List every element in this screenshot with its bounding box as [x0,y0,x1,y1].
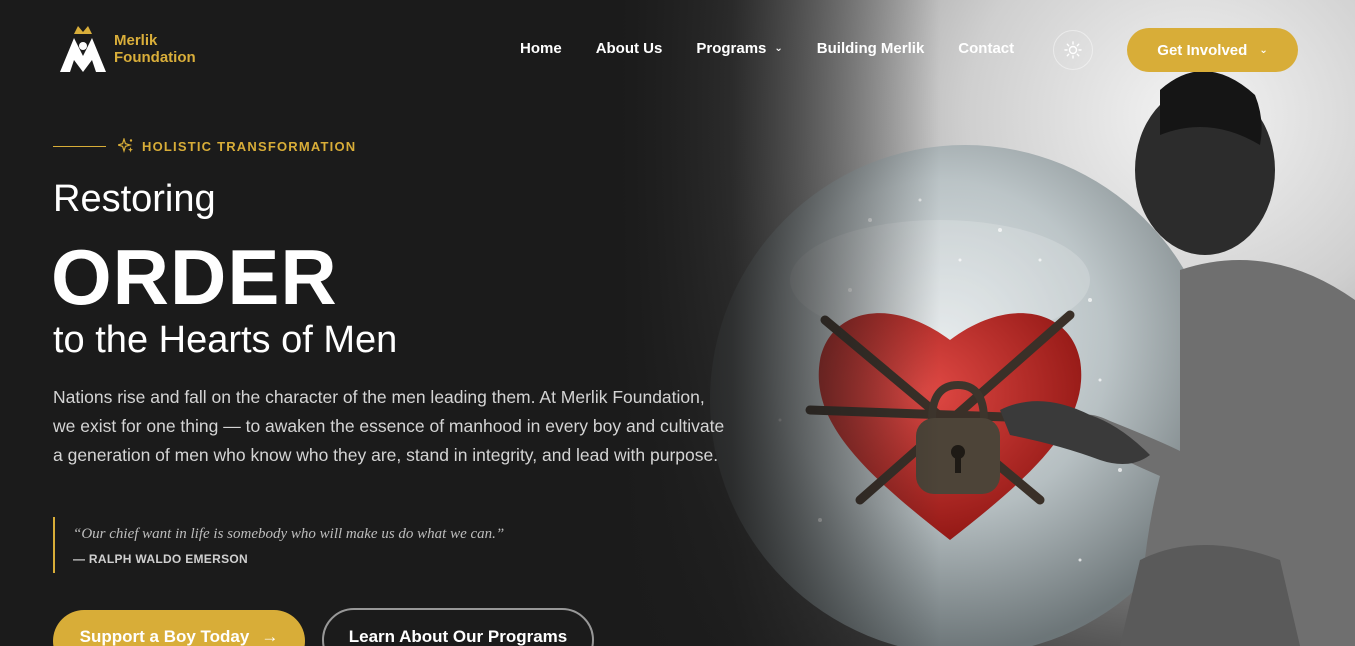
hero-eyebrow: HOLISTIC TRANSFORMATION [53,138,356,154]
learn-programs-button[interactable]: Learn About Our Programs [322,608,594,646]
nav-home[interactable]: Home [520,40,562,57]
hero-lead-paragraph: Nations rise and fall on the character o… [53,387,725,465]
eyebrow-text: HOLISTIC TRANSFORMATION [142,138,357,154]
support-a-boy-label: Support a Boy Today [79,627,250,646]
support-a-boy-button[interactable]: Support a Boy Today → [53,610,305,646]
logo[interactable]: Merlik Foundation [58,24,196,74]
quote-author: — RALPH WALDO EMERSON [73,552,248,566]
theme-toggle-button[interactable] [1053,30,1093,70]
hero-title-line2: ORDER [51,233,338,321]
brand-name-line2: Foundation [114,49,196,66]
sparkles-icon [118,138,133,154]
nav-about-us-label: About Us [595,40,663,57]
main-nav: Home About Us Programs ⌄ Building Merlik … [520,40,1048,57]
nav-programs-label: Programs [696,40,767,57]
brand-name-line1: Merlik [114,32,158,49]
hero-quote: “Our chief want in life is somebody who … [53,517,504,573]
chevron-down-icon: ⌄ [774,43,783,54]
nav-building-merlik[interactable]: Building Merlik [817,40,925,57]
hero-title-line3: to the Hearts of Men [53,319,398,361]
nav-contact-label: Contact [958,40,1015,57]
get-involved-button[interactable]: Get Involved ⌄ [1127,28,1298,72]
get-involved-label: Get Involved [1157,41,1248,59]
chevron-down-icon: ⌄ [1259,44,1268,56]
crown-logo-icon [60,26,106,72]
learn-programs-label: Learn About Our Programs [348,627,568,646]
nav-programs[interactable]: Programs ⌄ [696,40,782,57]
nav-about-us[interactable]: About Us [596,40,663,57]
quote-text: “Our chief want in life is somebody who … [73,526,505,542]
arrow-right-icon: → [261,627,279,646]
eyebrow-divider [53,145,106,147]
sun-icon [1064,41,1082,59]
hero-title-line1: Restoring [53,178,216,220]
hero-fade-overlay [620,0,940,646]
nav-contact[interactable]: Contact [958,40,1014,57]
nav-building-merlik-label: Building Merlik [816,40,925,57]
nav-home-label: Home [520,40,562,57]
